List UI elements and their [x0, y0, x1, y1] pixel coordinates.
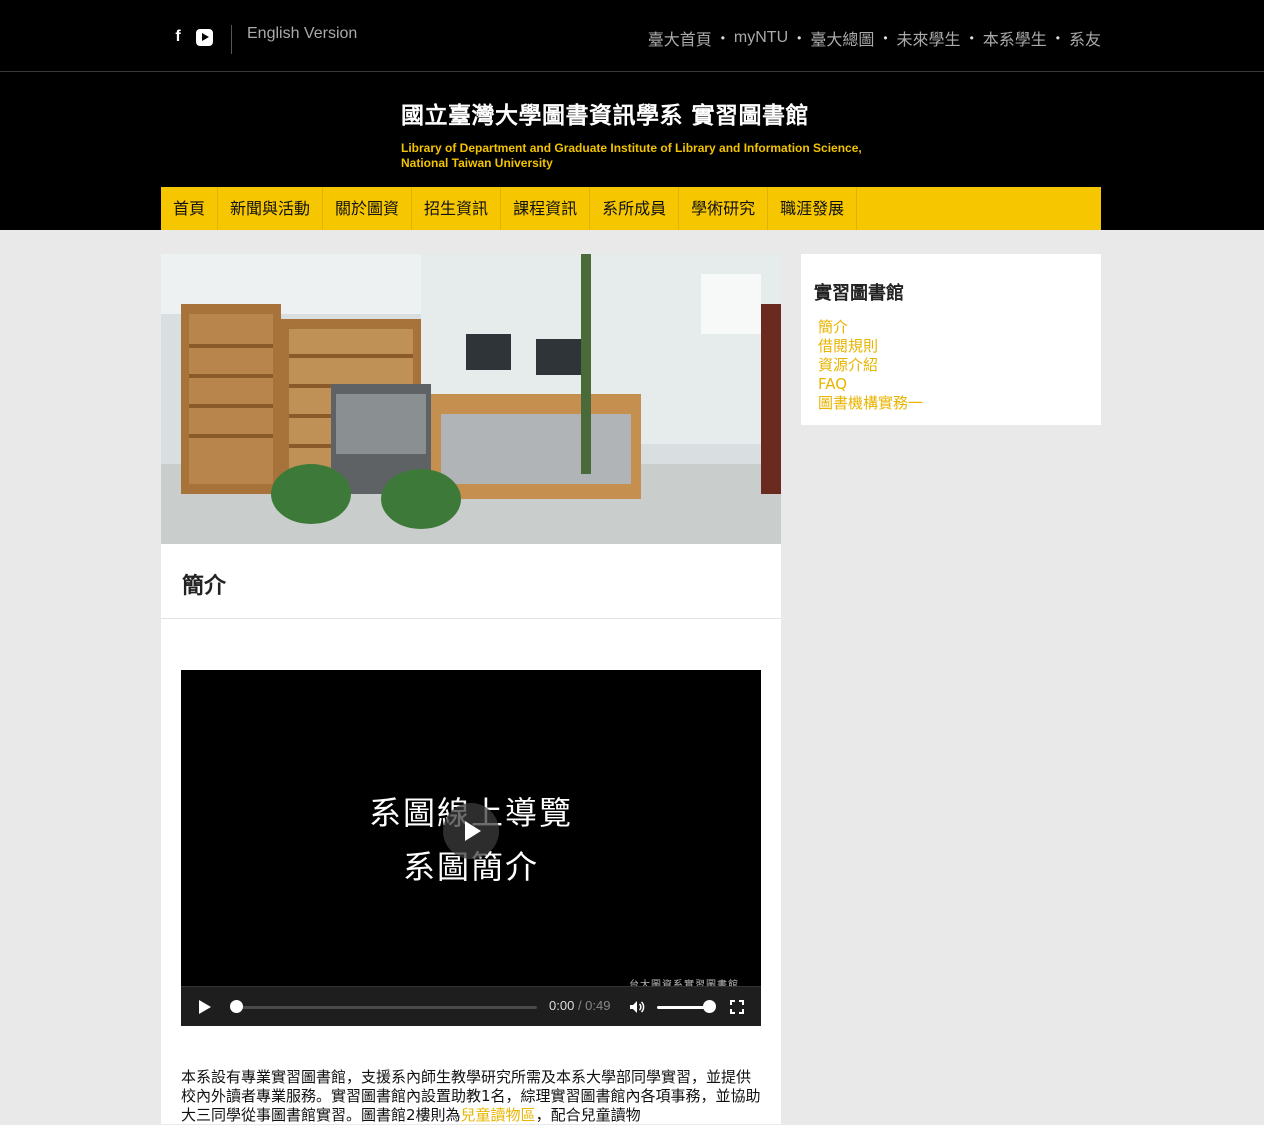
- sidebar-item-faq[interactable]: FAQ: [818, 375, 923, 394]
- link-alumni[interactable]: 系友: [1069, 26, 1101, 50]
- volume-icon[interactable]: [629, 999, 645, 1015]
- nav-item-admissions[interactable]: 招生資訊: [412, 187, 502, 230]
- content-card: 簡介 系圖線上導覽 系圖簡介 台大圖資系實習圖書館 0:00 / 0:49: [161, 544, 781, 1124]
- site-title[interactable]: 國立臺灣大學圖書資訊學系 實習圖書館: [401, 96, 809, 130]
- duration: / 0:49: [577, 998, 611, 1013]
- separator: •: [797, 31, 802, 45]
- play-icon[interactable]: [199, 1000, 211, 1014]
- english-version-link[interactable]: English Version: [247, 25, 357, 43]
- volume-slider[interactable]: [657, 1006, 707, 1009]
- sidebar-menu: 簡介 借閱規則 資源介紹 FAQ 圖書機構實務一: [818, 318, 923, 413]
- utility-links: 臺大首頁 • myNTU • 臺大總圖 • 未來學生 • 本系學生 • 系友: [648, 26, 1101, 50]
- main-nav: 首頁 新聞與活動 關於圖資 招生資訊 課程資訊 系所成員 學術研究 職涯發展: [161, 187, 1101, 230]
- link-current-students[interactable]: 本系學生: [983, 26, 1047, 50]
- sidebar-title: 實習圖書館: [814, 283, 904, 304]
- sidebar: 實習圖書館 簡介 借閱規則 資源介紹 FAQ 圖書機構實務一: [801, 254, 1101, 425]
- separator: •: [883, 31, 888, 45]
- time-display: 0:00 / 0:49: [549, 998, 610, 1013]
- nav-item-courses[interactable]: 課程資訊: [501, 187, 591, 230]
- seek-handle[interactable]: [230, 1000, 243, 1013]
- nav-item-news[interactable]: 新聞與活動: [218, 187, 324, 230]
- seek-bar[interactable]: [237, 1006, 537, 1009]
- separator: •: [969, 31, 974, 45]
- nav-item-home[interactable]: 首頁: [161, 187, 219, 230]
- sidebar-item-intro[interactable]: 簡介: [818, 318, 923, 337]
- intro-text-cont: ，配合兒童讀物: [535, 1106, 641, 1124]
- page-title: 簡介: [182, 574, 227, 599]
- nav-item-career[interactable]: 職涯發展: [768, 187, 858, 230]
- library-photo: [161, 254, 781, 544]
- video-controls: 0:00 / 0:49: [181, 986, 761, 1026]
- library-photo-illustration: [161, 254, 781, 544]
- video-player[interactable]: 系圖線上導覽 系圖簡介 台大圖資系實習圖書館 0:00 / 0:49: [181, 670, 761, 1026]
- top-bar: f English Version 臺大首頁 • myNTU • 臺大總圖 • …: [0, 0, 1264, 72]
- separator: •: [720, 31, 725, 45]
- facebook-icon[interactable]: f: [172, 28, 184, 46]
- link-future-students[interactable]: 未來學生: [897, 26, 961, 50]
- play-overlay-button[interactable]: [443, 803, 499, 859]
- intro-paragraph: 本系設有專業實習圖書館，支援系內師生教學研究所需及本系大學部同學實習，並提供校內…: [181, 1068, 763, 1125]
- nav-item-members[interactable]: 系所成員: [590, 187, 680, 230]
- divider: [231, 25, 232, 54]
- link-myntu[interactable]: myNTU: [734, 29, 788, 47]
- sidebar-item-borrowing-rules[interactable]: 借閱規則: [818, 337, 923, 356]
- current-time: 0:00: [549, 998, 575, 1013]
- volume-handle[interactable]: [703, 1000, 716, 1013]
- sidebar-item-library-practice[interactable]: 圖書機構實務一: [818, 394, 923, 413]
- link-ntu-home[interactable]: 臺大首頁: [648, 26, 712, 50]
- nav-item-about[interactable]: 關於圖資: [323, 187, 413, 230]
- social-links: f: [172, 28, 213, 46]
- fullscreen-icon[interactable]: [730, 1000, 744, 1014]
- site-subtitle: Library of Department and Graduate Insti…: [401, 141, 862, 170]
- children-books-link[interactable]: 兒童讀物區: [461, 1106, 536, 1124]
- title-divider: [161, 618, 781, 619]
- nav-item-research[interactable]: 學術研究: [679, 187, 769, 230]
- separator: •: [1055, 31, 1060, 45]
- youtube-icon[interactable]: [196, 28, 213, 46]
- link-ntu-library[interactable]: 臺大總圖: [810, 26, 874, 50]
- sidebar-item-resources[interactable]: 資源介紹: [818, 356, 923, 375]
